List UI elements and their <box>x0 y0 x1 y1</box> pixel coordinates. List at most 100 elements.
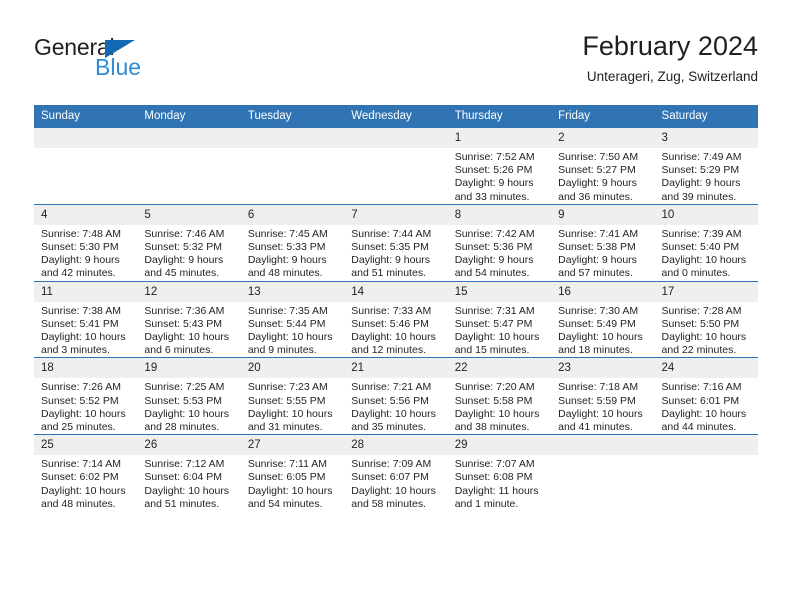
day-details: Sunrise: 7:44 AM Sunset: 5:35 PM Daylight:… <box>344 225 447 281</box>
calendar-day-cell[interactable]: 1 Sunrise: 7:52 AM Sunset: 5:26 PM Daylight… <box>447 127 552 205</box>
sunset-text: Sunset: 5:47 PM <box>454 317 533 330</box>
sunrise-text: Sunrise: 7:50 AM <box>558 151 639 163</box>
day-details: Sunrise: 7:26 AM Sunset: 5:52 PM Daylight:… <box>34 378 137 434</box>
calendar-day-cell[interactable]: 24 Sunrise: 7:16 AM Sunset: 6:01 PM Dayligh… <box>654 357 758 435</box>
day-number: 28 <box>344 435 448 456</box>
sunrise-text: Sunrise: 7:42 AM <box>454 227 535 240</box>
sunset-text: Sunset: 6:08 PM <box>454 471 533 484</box>
day-details: Sunrise: 7:12 AM Sunset: 6:04 PM Daylight:… <box>137 455 240 511</box>
day-details: Sunrise: 7:33 AM Sunset: 5:46 PM Daylight:… <box>344 302 447 358</box>
day-details <box>241 148 344 151</box>
calendar-day-cell[interactable]: 14 Sunrise: 7:33 AM Sunset: 5:46 PM Dayligh… <box>344 280 448 358</box>
calendar-day-cell[interactable]: 29 Sunrise: 7:07 AM Sunset: 6:08 PM Dayligh… <box>447 434 552 512</box>
calendar-day-cell[interactable]: 22 Sunrise: 7:20 AM Sunset: 5:58 PM Dayligh… <box>447 357 552 435</box>
calendar-day-cell[interactable]: 16 Sunrise: 7:30 AM Sunset: 5:49 PM Dayligh… <box>551 280 655 358</box>
calendar-day-cell[interactable]: 3 Sunrise: 7:49 AM Sunset: 5:29 PM Daylight… <box>654 127 758 205</box>
sunset-text: Sunset: 5:33 PM <box>247 241 326 254</box>
calendar-page: General Blue February 2024 Unterageri, Z… <box>0 0 792 612</box>
day-details: Sunrise: 7:07 AM Sunset: 6:08 PM Daylight:… <box>448 455 551 511</box>
day-number: 3 <box>654 128 758 148</box>
calendar-day-cell[interactable]: 5 Sunrise: 7:46 AM Sunset: 5:32 PM Daylight… <box>137 203 241 282</box>
sunrise-text: Sunrise: 7:26 AM <box>41 381 121 394</box>
calendar-day-cell[interactable]: 23 Sunrise: 7:18 AM Sunset: 5:59 PM Dayligh… <box>551 357 655 435</box>
day-details: Sunrise: 7:23 AM Sunset: 5:55 PM Daylight:… <box>241 378 344 434</box>
day-details: Sunrise: 7:48 AM Sunset: 5:30 PM Daylight:… <box>34 225 137 281</box>
sunrise-text: Sunrise: 7:07 AM <box>454 458 535 471</box>
sunset-text: Sunset: 5:53 PM <box>144 394 223 407</box>
daylight-text-line1: Daylight: 10 hours <box>247 407 333 420</box>
daylight-text-line2: and 42 minutes. <box>41 267 116 280</box>
calendar-day-cell[interactable]: 12 Sunrise: 7:36 AM Sunset: 5:43 PM Dayligh… <box>137 280 241 358</box>
calendar-day-cell-empty <box>551 434 655 512</box>
daylight-text-line2: and 58 minutes. <box>351 497 426 510</box>
daylight-text-line1: Daylight: 9 hours <box>558 254 637 267</box>
sunrise-text: Sunrise: 7:20 AM <box>454 381 535 394</box>
sunset-text: Sunset: 5:49 PM <box>558 317 636 330</box>
daylight-text-line1: Daylight: 11 hours <box>454 484 539 497</box>
day-number: 17 <box>654 281 758 302</box>
sunset-text: Sunset: 5:30 PM <box>41 241 119 254</box>
day-number: 1 <box>447 128 552 148</box>
sunset-text: Sunset: 6:02 PM <box>41 471 119 484</box>
daylight-text-line1: Daylight: 9 hours <box>454 177 534 190</box>
day-number: 19 <box>137 358 241 379</box>
calendar-day-cell[interactable]: 8 Sunrise: 7:42 AM Sunset: 5:36 PM Daylight… <box>447 203 552 282</box>
sunset-text: Sunset: 5:38 PM <box>558 241 636 254</box>
calendar-day-cell[interactable]: 20 Sunrise: 7:23 AM Sunset: 5:55 PM Dayligh… <box>240 357 345 435</box>
day-number: 13 <box>240 281 345 302</box>
sunrise-text: Sunrise: 7:16 AM <box>661 381 742 394</box>
calendar-day-cell[interactable]: 2 Sunrise: 7:50 AM Sunset: 5:27 PM Daylight… <box>551 127 655 205</box>
day-details: Sunrise: 7:18 AM Sunset: 5:59 PM Daylight:… <box>551 378 654 434</box>
sunrise-text: Sunrise: 7:25 AM <box>144 381 225 394</box>
day-details: Sunrise: 7:41 AM Sunset: 5:38 PM Daylight:… <box>551 225 654 281</box>
calendar-day-cell[interactable]: 27 Sunrise: 7:11 AM Sunset: 6:05 PM Dayligh… <box>240 434 345 512</box>
daylight-text-line2: and 0 minutes. <box>661 267 731 280</box>
daylight-text-line2: and 39 minutes. <box>661 190 737 203</box>
sunset-text: Sunset: 5:46 PM <box>351 317 429 330</box>
day-details <box>551 455 654 458</box>
calendar-day-cell[interactable]: 13 Sunrise: 7:35 AM Sunset: 5:44 PM Dayligh… <box>240 280 345 358</box>
day-number: 11 <box>34 281 138 302</box>
sunrise-text: Sunrise: 7:14 AM <box>41 458 121 471</box>
calendar-day-cell[interactable]: 25 Sunrise: 7:14 AM Sunset: 6:02 PM Dayligh… <box>34 434 138 512</box>
daylight-text-line1: Daylight: 9 hours <box>454 254 534 267</box>
day-number: 7 <box>344 204 448 225</box>
calendar-day-cell[interactable]: 7 Sunrise: 7:44 AM Sunset: 5:35 PM Daylight… <box>344 203 448 282</box>
day-number: 23 <box>551 358 655 379</box>
calendar-day-cell[interactable]: 10 Sunrise: 7:39 AM Sunset: 5:40 PM Dayligh… <box>654 203 758 282</box>
day-details <box>344 148 447 151</box>
day-number: 12 <box>137 281 241 302</box>
calendar-day-cell[interactable]: 26 Sunrise: 7:12 AM Sunset: 6:04 PM Dayligh… <box>137 434 241 512</box>
sunset-text: Sunset: 6:01 PM <box>661 394 740 407</box>
sunrise-text: Sunrise: 7:09 AM <box>351 458 432 471</box>
calendar-day-cell[interactable]: 15 Sunrise: 7:31 AM Sunset: 5:47 PM Dayligh… <box>447 280 552 358</box>
day-number <box>654 435 758 456</box>
sunset-text: Sunset: 5:27 PM <box>558 164 636 177</box>
calendar-day-cell[interactable]: 28 Sunrise: 7:09 AM Sunset: 6:07 PM Dayligh… <box>344 434 448 512</box>
sunset-text: Sunset: 5:40 PM <box>661 241 740 254</box>
day-details: Sunrise: 7:31 AM Sunset: 5:47 PM Daylight:… <box>448 302 551 358</box>
sunset-text: Sunset: 5:44 PM <box>247 317 326 330</box>
calendar-day-cell-empty <box>344 127 448 205</box>
day-details: Sunrise: 7:39 AM Sunset: 5:40 PM Daylight:… <box>655 225 758 281</box>
day-number: 10 <box>654 204 758 225</box>
calendar-day-cell[interactable]: 21 Sunrise: 7:21 AM Sunset: 5:56 PM Dayligh… <box>344 357 448 435</box>
day-details: Sunrise: 7:09 AM Sunset: 6:07 PM Daylight:… <box>344 455 447 511</box>
day-details: Sunrise: 7:11 AM Sunset: 6:05 PM Daylight:… <box>241 455 344 511</box>
day-number: 24 <box>654 358 758 379</box>
weekday-header-sunday: Sunday <box>34 105 138 128</box>
sunset-text: Sunset: 5:52 PM <box>41 394 119 407</box>
calendar-body: 1 Sunrise: 7:52 AM Sunset: 5:26 PM Daylight… <box>34 127 758 512</box>
calendar-day-cell[interactable]: 17 Sunrise: 7:28 AM Sunset: 5:50 PM Dayligh… <box>654 280 758 358</box>
day-details <box>137 148 240 151</box>
day-number <box>137 128 241 148</box>
sunset-text: Sunset: 5:56 PM <box>351 394 429 407</box>
calendar-day-cell[interactable]: 11 Sunrise: 7:38 AM Sunset: 5:41 PM Dayligh… <box>34 280 138 358</box>
calendar-day-cell[interactable]: 4 Sunrise: 7:48 AM Sunset: 5:30 PM Daylight… <box>34 203 138 282</box>
calendar-day-cell[interactable]: 6 Sunrise: 7:45 AM Sunset: 5:33 PM Daylight… <box>240 203 345 282</box>
calendar-day-cell[interactable]: 9 Sunrise: 7:41 AM Sunset: 5:38 PM Daylight… <box>551 203 655 282</box>
day-number: 21 <box>344 358 448 379</box>
calendar-day-cell[interactable]: 19 Sunrise: 7:25 AM Sunset: 5:53 PM Dayligh… <box>137 357 241 435</box>
sunset-text: Sunset: 5:58 PM <box>454 394 533 407</box>
calendar-day-cell[interactable]: 18 Sunrise: 7:26 AM Sunset: 5:52 PM Dayligh… <box>34 357 138 435</box>
